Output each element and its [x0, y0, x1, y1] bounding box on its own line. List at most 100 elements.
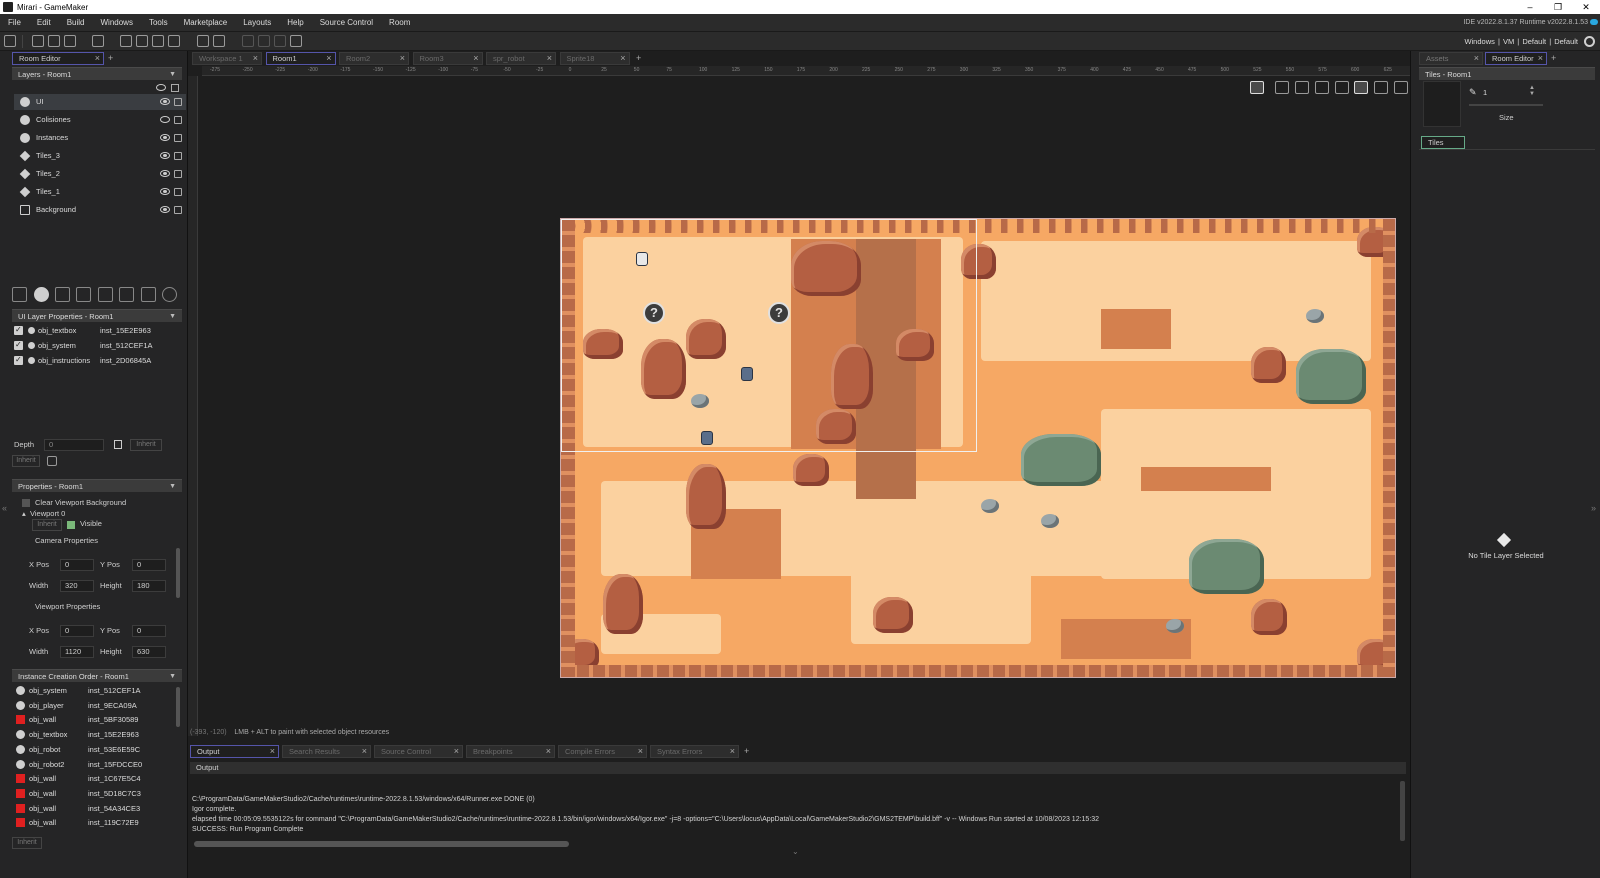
- output-tab[interactable]: Output ×: [190, 745, 279, 758]
- menu-build[interactable]: Build: [59, 14, 93, 31]
- menu-tools[interactable]: Tools: [141, 14, 176, 31]
- layer-tiles-2[interactable]: Tiles_2: [14, 166, 186, 182]
- layer-tiles-3[interactable]: Tiles_3: [14, 148, 186, 164]
- layer-ui[interactable]: UI: [14, 94, 186, 110]
- game-controller-icon[interactable]: [290, 35, 302, 47]
- add-filter-layer-icon[interactable]: [119, 287, 134, 302]
- menu-edit[interactable]: Edit: [29, 14, 59, 31]
- add-tab-icon[interactable]: +: [744, 746, 749, 756]
- reset-icon[interactable]: [47, 456, 57, 466]
- layers-header[interactable]: Layers - Room1 ▼: [12, 67, 182, 80]
- camera-x-input[interactable]: 0: [60, 559, 94, 571]
- ui-layer-properties-header[interactable]: UI Layer Properties - Room1 ▼: [12, 309, 182, 322]
- eye-icon[interactable]: [156, 84, 166, 91]
- camera-height-input[interactable]: 180: [132, 580, 166, 592]
- close-icon[interactable]: ×: [253, 53, 258, 64]
- home-icon[interactable]: [4, 35, 16, 47]
- checkbox[interactable]: [14, 337, 23, 352]
- output-tab[interactable]: Syntax Errors ×: [650, 745, 739, 758]
- creation-order-row[interactable]: obj_wall inst_5D18C7C3: [16, 786, 181, 801]
- maximize-button[interactable]: ❐: [1544, 0, 1572, 14]
- document-tab[interactable]: Room2 ×: [339, 52, 409, 65]
- layer-colisiones[interactable]: Colisiones: [14, 112, 186, 128]
- expand-down-icon[interactable]: ⌄: [792, 847, 799, 856]
- lock-icon[interactable]: [114, 440, 122, 449]
- eye-icon[interactable]: [160, 206, 170, 213]
- add-folder-icon[interactable]: [141, 287, 156, 302]
- run-icon[interactable]: [136, 35, 148, 47]
- zoom-in-icon[interactable]: [274, 35, 286, 47]
- creation-order-row[interactable]: obj_wall inst_5BF30589: [16, 712, 181, 727]
- layer-tiles-1[interactable]: Tiles_1: [14, 184, 186, 200]
- lock-icon[interactable]: [174, 188, 182, 196]
- output-tab[interactable]: Breakpoints ×: [466, 745, 555, 758]
- chevron-down-icon[interactable]: ▼: [169, 670, 176, 683]
- close-icon[interactable]: ×: [400, 53, 405, 64]
- target-selector[interactable]: Windows | VM | Default | Default: [1464, 32, 1578, 52]
- viewport-height-input[interactable]: 630: [132, 646, 166, 658]
- target-icon[interactable]: [197, 35, 209, 47]
- document-tab[interactable]: Room1 ×: [265, 52, 336, 65]
- creation-order-row[interactable]: obj_player inst_9ECA09A: [16, 698, 181, 713]
- package-icon[interactable]: [92, 35, 104, 47]
- eye-icon[interactable]: [160, 98, 170, 105]
- viewport-width-input[interactable]: 1120: [60, 646, 94, 658]
- menu-source-control[interactable]: Source Control: [312, 14, 381, 31]
- menu-layouts[interactable]: Layouts: [235, 14, 279, 31]
- creation-order-row[interactable]: obj_textbox inst_15E2E963: [16, 727, 181, 742]
- ui-instance-row[interactable]: obj_instructions inst_2D06845A: [14, 352, 184, 368]
- eye-hidden-icon[interactable]: [160, 116, 170, 123]
- zoom-in-icon[interactable]: [1315, 81, 1329, 94]
- add-path-layer-icon[interactable]: [76, 287, 91, 302]
- inherit-button[interactable]: Inherit: [130, 439, 162, 451]
- camera-y-input[interactable]: 0: [132, 559, 166, 571]
- add-instance-layer-icon[interactable]: [34, 287, 49, 302]
- collapse-right-icon[interactable]: »: [1591, 503, 1596, 513]
- new-project-icon[interactable]: [32, 35, 44, 47]
- stop-icon[interactable]: [152, 35, 164, 47]
- depth-input[interactable]: 0: [44, 439, 104, 451]
- grid-toggle-icon[interactable]: [1250, 81, 1264, 94]
- lock-icon[interactable]: [174, 98, 182, 106]
- checkbox[interactable]: [14, 352, 23, 367]
- pencil-icon[interactable]: ✎: [1469, 87, 1477, 98]
- layer-background[interactable]: Background: [14, 202, 186, 218]
- add-tab-icon[interactable]: +: [108, 53, 113, 63]
- scrollbar[interactable]: [176, 687, 180, 727]
- viewport-tree-arrow[interactable]: ▴: [22, 508, 26, 520]
- document-tab[interactable]: Sprite18 ×: [559, 52, 630, 65]
- collapse-left-icon[interactable]: «: [2, 503, 7, 513]
- close-icon[interactable]: ×: [362, 746, 367, 757]
- creation-order-header[interactable]: Instance Creation Order - Room1 ▼: [12, 669, 182, 682]
- eye-icon[interactable]: [160, 188, 170, 195]
- menu-windows[interactable]: Windows: [92, 14, 140, 31]
- cloud-icon[interactable]: [1590, 19, 1598, 25]
- tab-assets[interactable]: Assets ×: [1419, 52, 1483, 65]
- save-icon[interactable]: [64, 35, 76, 47]
- vertical-scrollbar[interactable]: [1400, 781, 1405, 841]
- add-tile-layer-icon[interactable]: [55, 287, 70, 302]
- clear-viewport-checkbox[interactable]: [22, 499, 30, 507]
- ui-instance-row[interactable]: obj_system inst_512CEF1A: [14, 337, 184, 353]
- scrollbar[interactable]: [176, 548, 180, 598]
- flag-icon[interactable]: [1394, 81, 1408, 94]
- add-tab-icon[interactable]: +: [636, 53, 641, 63]
- close-window-button[interactable]: ✕: [1572, 0, 1600, 14]
- inherit-button[interactable]: Inherit: [12, 455, 40, 467]
- inherit-button[interactable]: Inherit: [32, 519, 62, 531]
- close-icon[interactable]: ×: [1538, 53, 1543, 64]
- clean-icon[interactable]: [168, 35, 180, 47]
- lock-icon[interactable]: [174, 170, 182, 178]
- output-tab[interactable]: Source Control ×: [374, 745, 463, 758]
- debug-icon[interactable]: [120, 35, 132, 47]
- tab-room-editor-right[interactable]: Room Editor ×: [1485, 52, 1547, 65]
- menu-file[interactable]: File: [0, 14, 29, 31]
- zoom-reset-icon[interactable]: [1295, 81, 1309, 94]
- fit-view-icon[interactable]: [1335, 81, 1349, 94]
- lock-icon[interactable]: [174, 134, 182, 142]
- camera-width-input[interactable]: 320: [60, 580, 94, 592]
- document-tab[interactable]: Workspace 1 ×: [192, 52, 262, 65]
- add-tab-icon[interactable]: +: [1551, 53, 1556, 63]
- eye-icon[interactable]: [160, 170, 170, 177]
- creation-order-row[interactable]: obj_wall inst_54A34CE3: [16, 801, 181, 816]
